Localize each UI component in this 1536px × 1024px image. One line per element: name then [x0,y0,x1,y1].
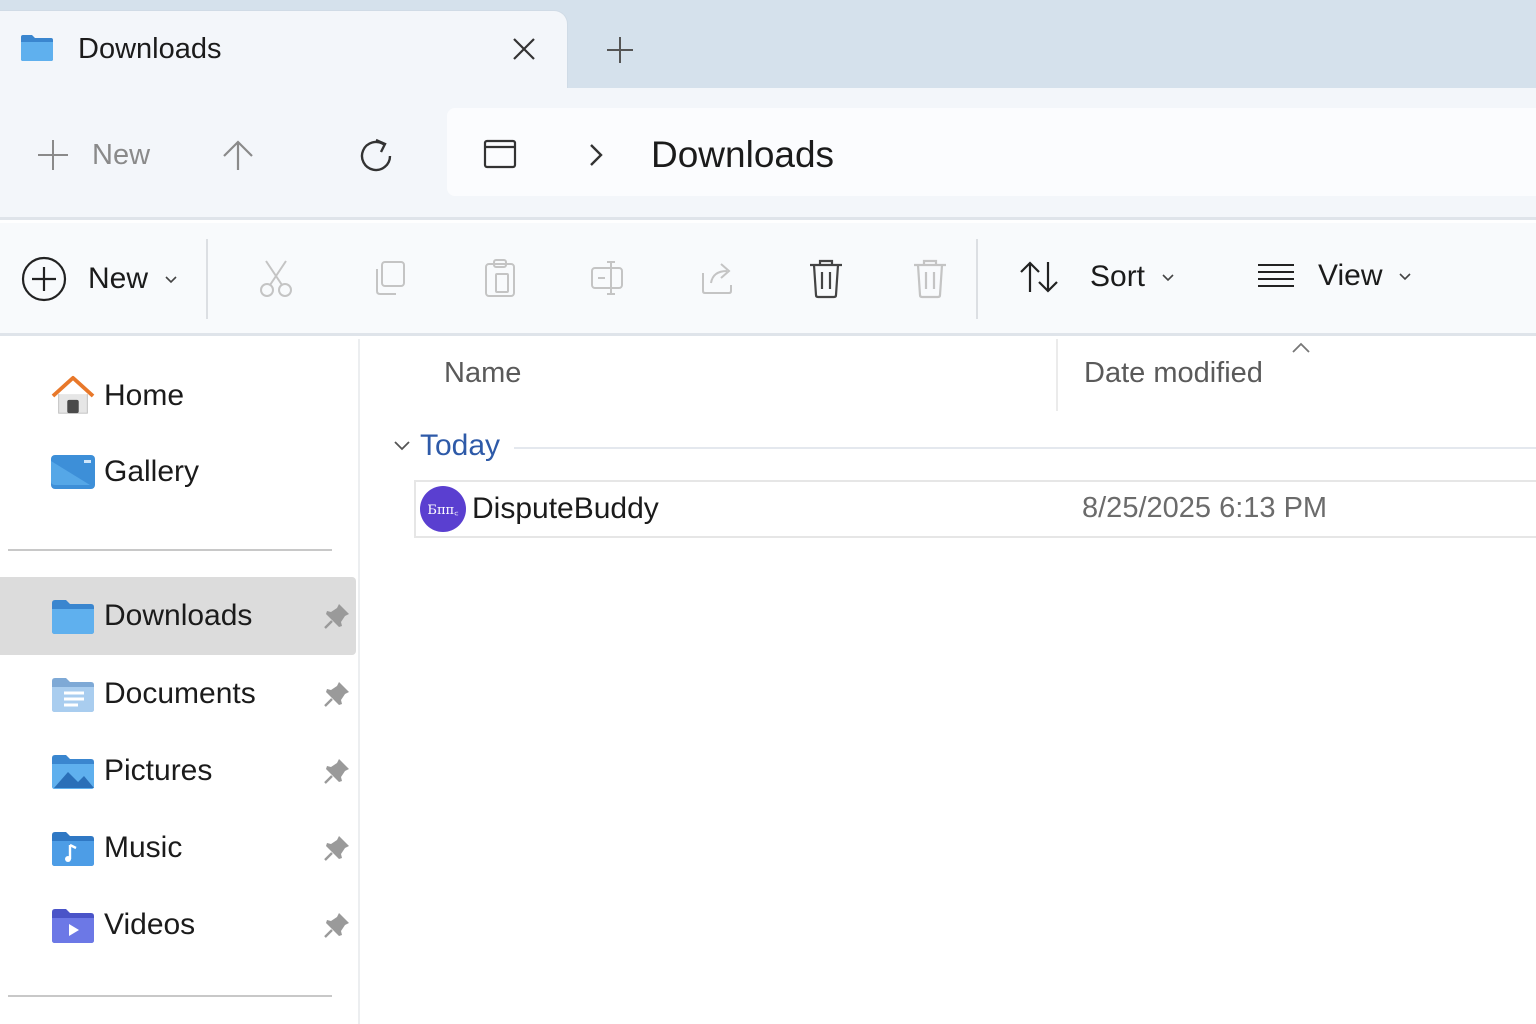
breadcrumb-current[interactable]: Downloads [651,134,834,176]
group-divider [514,447,1536,449]
list-item[interactable]: Бππ꜀ DisputeBuddy 8/25/2025 6:13 PM [414,480,1536,538]
permanent-delete-button[interactable] [910,257,950,299]
sidebar-item-label: Gallery [104,455,200,488]
refresh-icon[interactable] [354,134,398,178]
sidebar-item-label: Home [104,379,185,412]
delete-button[interactable] [806,257,846,299]
share-icon [702,263,732,294]
divider [976,239,978,319]
file-name: DisputeBuddy [472,492,659,525]
pin-icon[interactable] [322,910,352,940]
new-button-label: New [88,262,149,295]
app-icon-text: Бππ꜀ [427,503,459,518]
pin-icon[interactable] [322,679,352,709]
sidebar-item-pictures[interactable]: Pictures [0,732,356,810]
tab-downloads[interactable]: Downloads [0,10,568,90]
column-header-name[interactable]: Name [444,357,521,390]
window-icon [483,139,517,169]
folder-icon [21,35,53,61]
plus-icon [607,37,633,63]
pin-icon[interactable] [322,833,352,863]
videos-folder-icon [52,909,94,943]
nav-new-label: New [92,138,151,171]
close-icon [513,38,535,60]
new-tab-button[interactable] [598,28,642,72]
music-folder-icon [52,832,94,866]
sidebar-item-gallery[interactable]: Gallery [0,433,356,511]
view-button[interactable]: View [1256,259,1412,293]
sidebar-item-documents[interactable]: Documents [0,655,356,733]
trash-icon [914,259,946,299]
sidebar-item-label: Downloads [104,599,253,632]
sort-ascending-icon [1292,342,1310,353]
copy-button[interactable] [370,257,410,299]
sidebar-item-label: Documents [104,677,256,710]
trash-icon [810,259,842,299]
plus-icon [38,140,68,170]
command-bar: New Sort View [0,223,1536,336]
downloads-folder-icon [52,600,94,634]
navigation-bar: New Downloads [0,88,1536,220]
gallery-icon [51,455,95,489]
sidebar-item-home[interactable]: Home [0,357,356,435]
share-button[interactable] [698,257,738,299]
sidebar-item-videos[interactable]: Videos [0,886,356,964]
cut-button[interactable] [256,257,296,299]
rename-button[interactable] [588,257,628,299]
address-box[interactable]: Downloads [447,108,1536,196]
sidebar-divider [8,549,332,551]
chevron-down-icon [165,276,177,284]
column-header-date-modified[interactable]: Date modified [1084,357,1263,390]
sort-icon [1020,261,1058,293]
sidebar-item-label: Music [104,831,183,864]
tab-title: Downloads [78,33,222,65]
sidebar-item-music[interactable]: Music [0,809,356,887]
view-label: View [1318,259,1383,292]
sidebar-item-label: Videos [104,908,196,941]
rename-icon [591,261,623,295]
chevron-right-icon[interactable] [585,140,607,170]
copy-icon [376,261,405,295]
sort-button[interactable]: Sort [1018,259,1175,295]
file-list: Name Date modified Today Бππ꜀ DisputeBud… [362,339,1536,1024]
new-button[interactable]: New [20,255,178,303]
list-view-icon [1258,264,1294,287]
file-date-modified: 8/25/2025 6:13 PM [1082,492,1328,524]
app-icon: Бππ꜀ [420,486,466,532]
divider [206,239,208,319]
chevron-down-icon [1399,273,1412,281]
paste-button[interactable] [480,257,520,299]
documents-folder-icon [52,678,94,712]
sort-label: Sort [1090,260,1146,293]
sidebar-item-label: Pictures [104,754,213,787]
add-circle-icon [21,256,67,302]
close-tab-button[interactable] [506,31,542,67]
tab-strip: Downloads [0,0,1536,90]
up-arrow-icon[interactable] [218,136,258,176]
navigation-pane: Home Gallery Downloads Documents Picture… [0,339,360,1024]
home-icon [51,375,95,414]
cut-icon [260,260,292,297]
pin-icon[interactable] [322,756,352,786]
sidebar-divider [8,995,332,997]
chevron-down-icon[interactable] [392,439,412,453]
group-header-today[interactable]: Today [420,429,500,463]
pictures-folder-icon [52,755,94,789]
chevron-down-icon [1162,274,1174,282]
sidebar-item-downloads[interactable]: Downloads [0,577,356,655]
paste-icon [485,259,515,297]
pin-icon[interactable] [322,601,352,631]
column-divider[interactable] [1056,339,1058,411]
nav-new-button[interactable]: New [36,138,150,172]
